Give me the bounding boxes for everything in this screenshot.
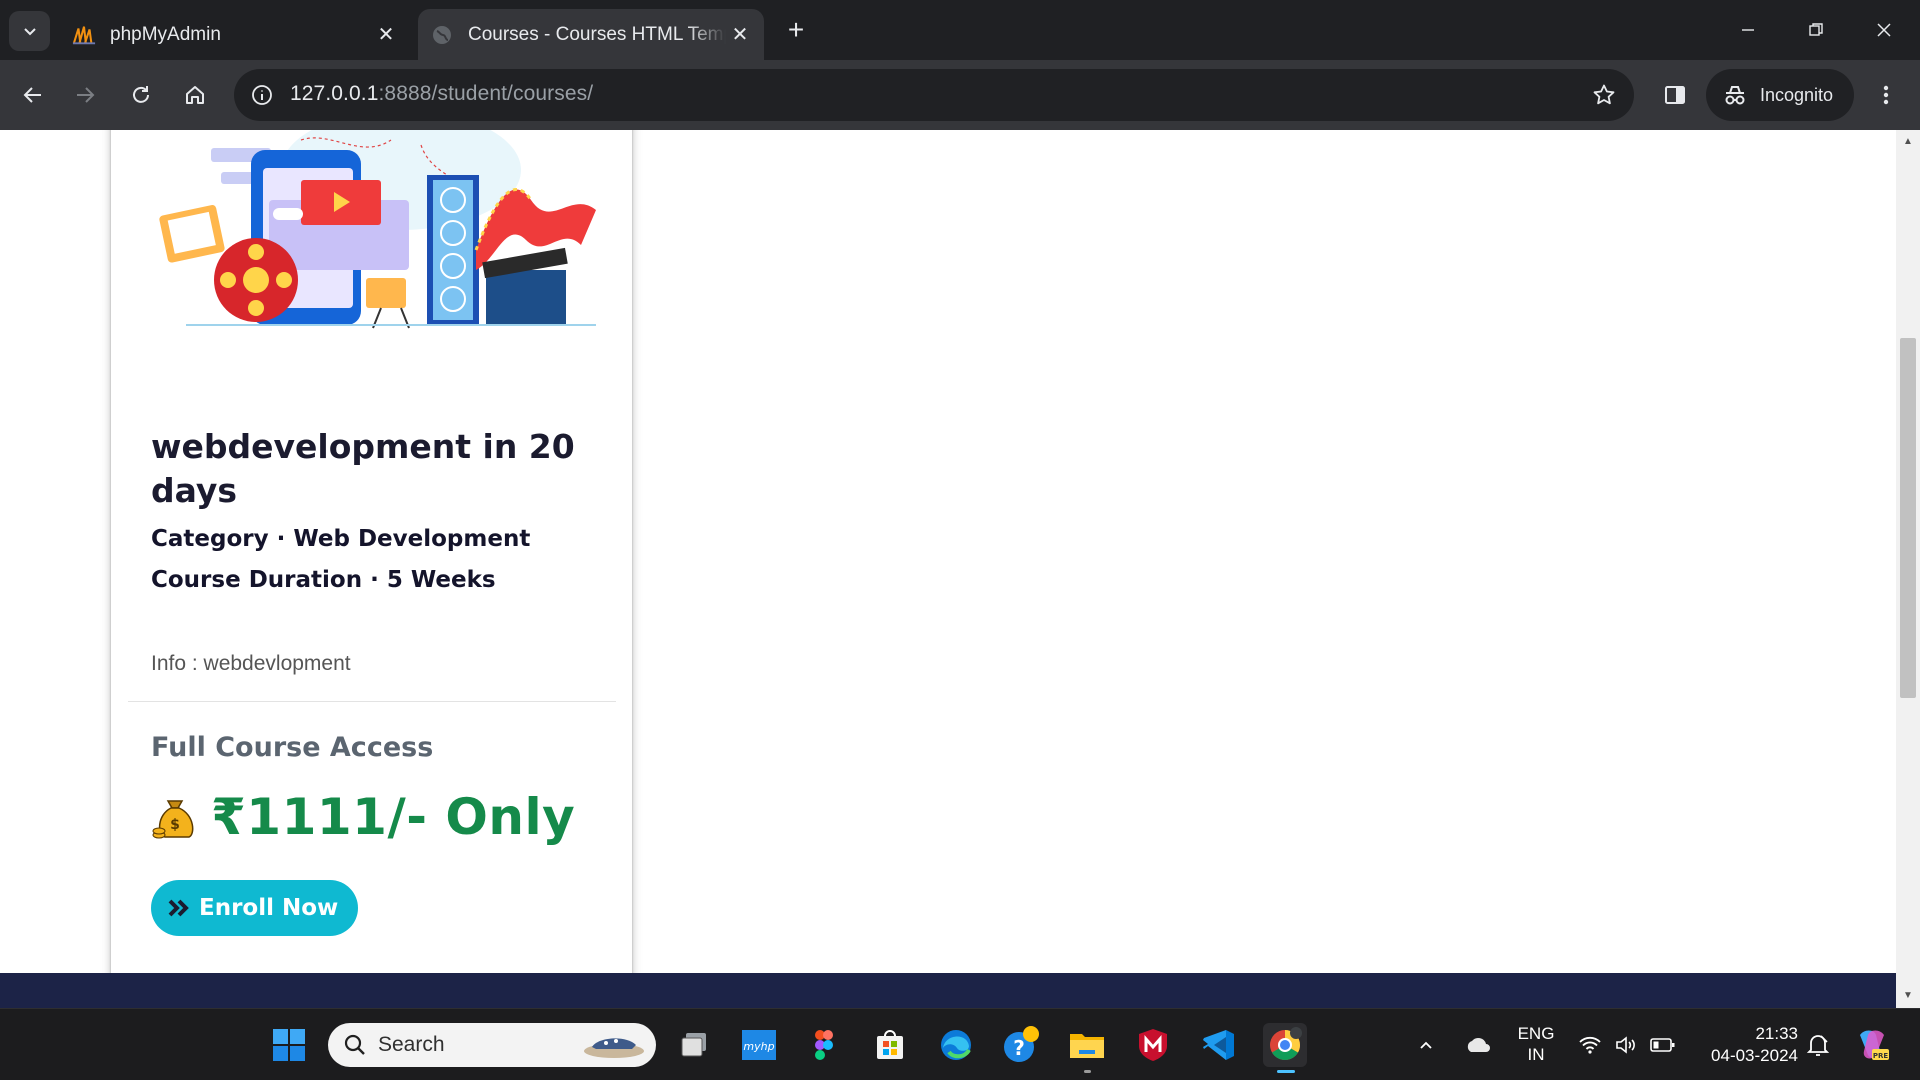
forward-icon[interactable] xyxy=(65,75,105,115)
start-icon[interactable] xyxy=(267,1023,311,1067)
microsoft-store-icon[interactable] xyxy=(868,1023,912,1067)
incognito-profile-button[interactable]: Incognito xyxy=(1706,69,1854,121)
wifi-icon[interactable] xyxy=(1572,1023,1608,1067)
price-row: $ ₹1111/- Only xyxy=(151,788,575,846)
course-category: Category · Web Development xyxy=(151,526,531,552)
home-icon[interactable] xyxy=(175,75,215,115)
close-window-icon[interactable] xyxy=(1856,10,1912,50)
battery-icon[interactable] xyxy=(1645,1023,1681,1067)
incognito-label: Incognito xyxy=(1760,84,1834,105)
enroll-now-button[interactable]: Enroll Now xyxy=(151,880,359,936)
page-viewport: webdevelopment in 20 days Category · Web… xyxy=(0,130,1896,1008)
scroll-down-icon[interactable]: ▼ xyxy=(1902,990,1914,1002)
svg-text:PRE: PRE xyxy=(1873,1052,1889,1060)
myhp-icon[interactable]: myhp xyxy=(737,1023,781,1067)
money-bag-icon: $ xyxy=(152,800,194,839)
page-scrollbar[interactable]: ▲ ▼ xyxy=(1896,130,1920,1008)
task-view-icon[interactable] xyxy=(672,1023,716,1067)
access-label: Full Course Access xyxy=(151,732,434,763)
show-hidden-icons-chevron-up-icon[interactable] xyxy=(1408,1023,1444,1067)
address-bar[interactable]: 127.0.0.1:8888/student/courses/ xyxy=(234,69,1634,121)
clock-date: 04-03-2024 xyxy=(1711,1046,1798,1065)
tab-search-button[interactable] xyxy=(9,11,50,51)
enroll-label: Enroll Now xyxy=(199,895,339,921)
input-language-indicator[interactable]: ENG IN xyxy=(1512,1023,1560,1065)
scrollbar-thumb[interactable] xyxy=(1900,338,1916,698)
browser-tab-bar: phpMyAdmin ✕ Courses - Courses HTML Temp… xyxy=(0,0,1920,60)
globe-icon xyxy=(430,23,454,47)
vscode-icon[interactable] xyxy=(1197,1023,1241,1067)
tab-title: phpMyAdmin xyxy=(110,23,221,45)
restore-icon[interactable] xyxy=(1788,10,1844,50)
minimize-icon[interactable] xyxy=(1720,10,1776,50)
clock-time: 21:33 xyxy=(1755,1024,1798,1043)
figma-icon[interactable] xyxy=(802,1023,846,1067)
onedrive-cloud-icon[interactable] xyxy=(1458,1023,1498,1067)
url-text: 127.0.0.1:8888/student/courses/ xyxy=(290,82,594,105)
svg-text:?: ? xyxy=(1013,1036,1025,1060)
get-help-icon[interactable]: ? xyxy=(999,1023,1043,1067)
course-info: Info : webdevlopment xyxy=(151,652,351,675)
tab-courses[interactable]: Courses - Courses HTML Template ✕ xyxy=(418,9,764,60)
more-menu-icon[interactable] xyxy=(1866,75,1906,115)
course-price: ₹1111/- Only xyxy=(211,788,576,846)
course-language: Language · English xyxy=(1623,608,1717,670)
double-chevron-right-icon xyxy=(167,897,193,919)
taskbar-search[interactable]: Search xyxy=(328,1023,656,1067)
close-tab-icon[interactable]: ✕ xyxy=(372,21,400,49)
tab-title: Courses - Courses HTML Template xyxy=(468,23,726,45)
phpmyadmin-icon xyxy=(72,23,96,47)
incognito-icon xyxy=(1722,84,1750,106)
search-placeholder: Search xyxy=(378,1033,445,1056)
system-clock[interactable]: 21:33 04-03-2024 xyxy=(1698,1023,1798,1067)
search-icon xyxy=(344,1034,366,1056)
search-highlight-art xyxy=(584,1038,644,1058)
chevron-down-icon xyxy=(23,28,36,36)
close-tab-icon[interactable]: ✕ xyxy=(726,21,754,49)
bookmark-star-icon[interactable] xyxy=(1590,81,1618,109)
reload-icon[interactable] xyxy=(121,75,161,115)
file-explorer-icon[interactable] xyxy=(1065,1023,1109,1073)
course-duration: Course Duration · 5 Weeks xyxy=(151,567,496,593)
course-title: webdevelopment in 20 days xyxy=(151,427,575,510)
svg-text:$: $ xyxy=(170,817,180,833)
site-info-icon[interactable] xyxy=(246,79,278,111)
scroll-up-icon[interactable]: ▲ xyxy=(1902,136,1914,148)
back-icon[interactable] xyxy=(13,75,53,115)
windows-taskbar: Search myhp ? ENG IN 21:33 04-03-2024 PR… xyxy=(0,1008,1920,1080)
tab-phpmyadmin[interactable]: phpMyAdmin ✕ xyxy=(60,9,410,60)
notifications-icon[interactable] xyxy=(1800,1023,1836,1067)
chrome-icon[interactable] xyxy=(1263,1023,1307,1073)
mcafee-icon[interactable] xyxy=(1131,1023,1175,1067)
page-footer xyxy=(0,973,1896,1008)
new-tab-icon[interactable]: + xyxy=(780,14,812,46)
course-illustration xyxy=(159,130,596,329)
copilot-icon[interactable]: PRE xyxy=(1850,1023,1894,1067)
browser-toolbar: 127.0.0.1:8888/student/courses/ Incognit… xyxy=(0,60,1920,130)
card-divider xyxy=(128,701,616,702)
course-card: webdevelopment in 20 days Category · Web… xyxy=(111,130,1717,1008)
svg-text:myhp: myhp xyxy=(743,1040,774,1053)
side-panel-icon[interactable] xyxy=(1655,75,1695,115)
edge-icon[interactable] xyxy=(934,1023,978,1067)
volume-icon[interactable] xyxy=(1608,1023,1644,1067)
